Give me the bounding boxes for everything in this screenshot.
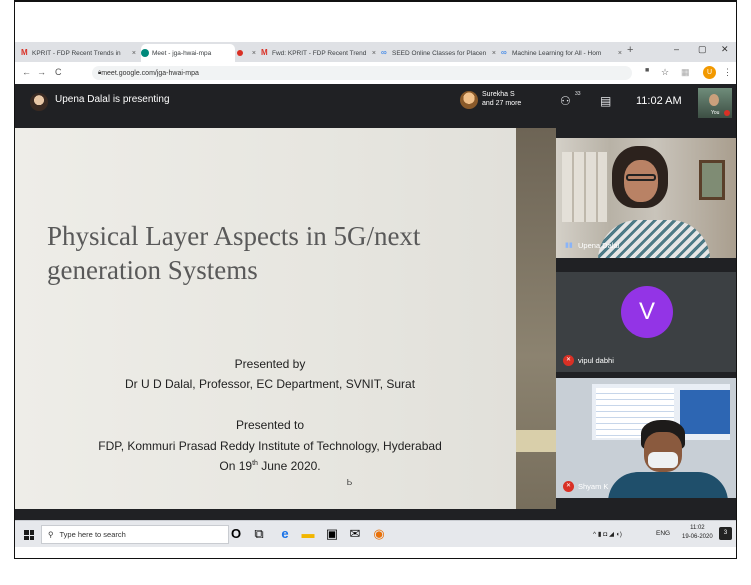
link-icon: ∞: [501, 48, 507, 57]
people-count: 33: [575, 91, 581, 97]
profile-avatar[interactable]: U: [703, 66, 716, 79]
slide-title: Physical Layer Aspects in 5G/next genera…: [47, 221, 421, 285]
language-indicator[interactable]: ENG: [656, 530, 670, 537]
self-label: You: [711, 110, 720, 116]
task-view-icon[interactable]: ⧉: [251, 526, 267, 542]
camera-icon[interactable]: ■: [645, 67, 649, 74]
tab-close-icon[interactable]: ×: [132, 50, 139, 57]
participants-summary[interactable]: Surekha S and 27 more: [482, 90, 521, 108]
self-view-tile[interactable]: You: [698, 88, 732, 118]
reload-button[interactable]: C: [55, 67, 62, 77]
mic-off-icon: ✕: [563, 355, 574, 366]
slide-presented-to-label: Presented to: [235, 418, 305, 432]
minimize-button[interactable]: –: [674, 44, 679, 54]
search-icon: ⚲: [48, 530, 54, 539]
chrome-icon[interactable]: ◉: [371, 526, 387, 542]
windows-taskbar: ⚲ Type here to search O ⧉ e ▬ ▣ ✉ ◉ ^ ▮ …: [15, 520, 736, 548]
participant-name: Shyam K: [578, 482, 609, 491]
meeting-clock: 11:02 AM: [636, 95, 682, 107]
presenter-avatar: [30, 93, 48, 111]
tab-fwd-kprit[interactable]: M Fwd: KPRIT - FDP Recent Trend ×: [261, 44, 379, 62]
tab-kprit-fdp[interactable]: M KPRIT - FDP Recent Trends in ×: [21, 44, 139, 62]
slide-decorative-stripe: [516, 128, 556, 509]
menu-kebab-icon[interactable]: ⋮: [723, 67, 732, 78]
meet-icon: [141, 49, 149, 57]
tab-machine-learning[interactable]: ∞ Machine Learning for All - Hom ×: [501, 44, 625, 62]
participant-tile-upena[interactable]: ▮▮ Upena Dalal: [556, 138, 736, 258]
edge-icon[interactable]: e: [277, 526, 293, 542]
mic-off-icon: ✕: [563, 481, 574, 492]
extensions-icon[interactable]: ▦: [681, 67, 690, 78]
tab-seed-online[interactable]: ∞ SEED Online Classes for Placen ×: [381, 44, 499, 62]
file-explorer-icon[interactable]: ▬: [300, 526, 316, 542]
store-icon[interactable]: ▣: [324, 526, 340, 542]
tab-close-icon[interactable]: ×: [492, 50, 499, 57]
address-bar-row: ← → C 🔒︎ meet.google.com/jga-hwai-mpa ■ …: [15, 62, 736, 85]
link-icon: ∞: [381, 48, 387, 57]
maximize-button[interactable]: ▢: [698, 44, 707, 55]
tab-close-icon[interactable]: ×: [618, 50, 625, 57]
new-tab-button[interactable]: +: [627, 44, 633, 56]
close-window-button[interactable]: ✕: [721, 44, 729, 55]
wall-picture: [699, 160, 725, 200]
back-button[interactable]: ←: [22, 67, 31, 77]
taskbar-clock[interactable]: 11:02 19-06-2020: [682, 524, 713, 542]
participant-tile-vipul[interactable]: V ✕ vipul dabhi: [556, 272, 736, 372]
gmail-icon: M: [21, 48, 28, 57]
chat-icon[interactable]: ▤: [600, 94, 611, 108]
speaking-indicator-icon: ▮▮: [565, 242, 573, 249]
mail-icon[interactable]: ✉: [347, 526, 363, 542]
slide-date: On 19th June 2020.: [219, 459, 321, 473]
tab-close-icon[interactable]: ×: [372, 50, 379, 57]
avatar: V: [621, 286, 673, 338]
people-icon[interactable]: ⚇: [560, 94, 571, 108]
slide-presented-by-label: Presented by: [234, 357, 306, 371]
mouse-cursor-icon: Ꮟ: [347, 478, 353, 487]
windows-start-icon[interactable]: [24, 530, 34, 540]
participant-tile-shyam[interactable]: ✕ Shyam K: [556, 378, 736, 498]
star-icon[interactable]: ☆: [661, 67, 669, 78]
slide-presenter: Dr U D Dalal, Professor, EC Department, …: [124, 377, 416, 391]
meet-top-bar: Upena Dalal is presenting Surekha S and …: [15, 84, 736, 128]
tab-meet[interactable]: Meet - jga-hwai-mpa: [141, 44, 235, 62]
tab-close-icon[interactable]: ×: [252, 50, 259, 57]
window-bottom-border: [14, 547, 737, 559]
taskbar-search-input[interactable]: ⚲ Type here to search: [41, 525, 229, 544]
slide-audience: FDP, Kommuri Prasad Reddy Institute of T…: [98, 439, 442, 453]
participant-avatar: [460, 91, 478, 109]
system-tray-icons[interactable]: ^ ▮ ◘ ◢ ◖): [593, 530, 622, 538]
participant-name: vipul dabhi: [578, 356, 614, 365]
tab-recording[interactable]: ×: [237, 44, 259, 62]
participant-name: Upena Dalal: [578, 241, 620, 250]
forward-button[interactable]: →: [37, 67, 46, 77]
url-input[interactable]: 🔒︎ meet.google.com/jga-hwai-mpa: [92, 66, 632, 80]
meet-bottom-strip: [15, 509, 556, 520]
gmail-icon: M: [261, 48, 268, 57]
notification-icon[interactable]: 3: [719, 527, 732, 540]
recording-dot-icon: [237, 50, 243, 56]
presenting-status: Upena Dalal is presenting: [55, 94, 170, 105]
cortana-icon[interactable]: O: [228, 526, 244, 542]
mic-off-icon: [724, 110, 730, 116]
